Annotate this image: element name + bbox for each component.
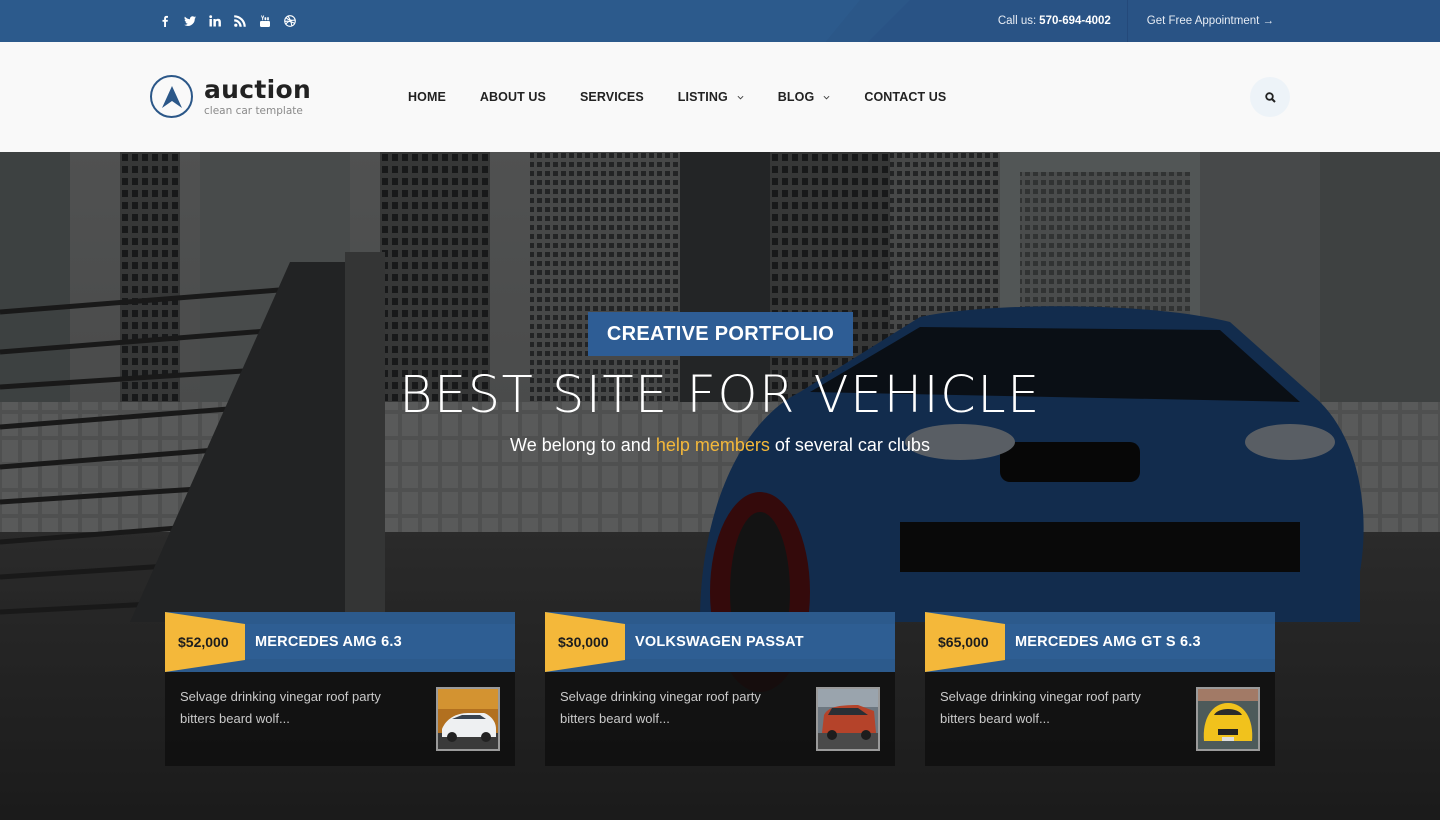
card-title[interactable]: MERCEDES AMG GT S 6.3 — [1015, 612, 1201, 672]
listing-card[interactable]: $65,000 MERCEDES AMG GT S 6.3 Selvage dr… — [925, 612, 1275, 766]
youtube-icon — [259, 15, 270, 27]
red-volkswagen-thumbnail — [818, 689, 878, 749]
listing-card[interactable]: $52,000 MERCEDES AMG 6.3 Selvage drinkin… — [165, 612, 515, 766]
hero-badge: CREATIVE PORTFOLIO — [588, 312, 853, 356]
phone-number[interactable]: 570-694-4002 — [1039, 15, 1111, 27]
car-thumbnail[interactable] — [436, 687, 500, 751]
card-title[interactable]: MERCEDES AMG 6.3 — [255, 612, 402, 672]
nav-label: SERVICES — [579, 90, 644, 104]
nav-services[interactable]: SERVICES — [580, 90, 644, 104]
price-tag: $30,000 — [545, 612, 625, 672]
nav-label: LISTING — [677, 90, 728, 104]
dribbble-link[interactable] — [277, 0, 302, 42]
car-thumbnail[interactable] — [1196, 687, 1260, 751]
listing-card[interactable]: $30,000 VOLKSWAGEN PASSAT Selvage drinki… — [545, 612, 895, 766]
linkedin-link[interactable] — [202, 0, 227, 42]
car-thumbnail[interactable] — [816, 687, 880, 751]
main-nav: HOME ABOUT US SERVICES LISTING BLOG CONT… — [408, 42, 980, 152]
card-description: Selvage drinking vinegar roof party bitt… — [940, 689, 1141, 726]
top-bar: Call us: 570-694-4002 Get Free Appointme… — [0, 0, 1440, 42]
yellow-mercedes-thumbnail — [1198, 689, 1258, 749]
white-mercedes-thumbnail — [438, 689, 498, 749]
contact-info: Call us: 570-694-4002 Get Free Appointme… — [998, 0, 1440, 42]
chevron-down-icon — [737, 95, 744, 99]
card-title[interactable]: VOLKSWAGEN PASSAT — [635, 612, 804, 672]
nav-label: ABOUT US — [479, 90, 546, 104]
dribbble-icon — [283, 15, 296, 27]
nav-listing[interactable]: LISTING — [678, 90, 744, 104]
logo-icon — [150, 75, 193, 118]
facebook-link[interactable] — [152, 0, 177, 42]
logo-tagline: clean car template — [204, 104, 303, 117]
subtitle-text: We belong to and — [510, 435, 656, 455]
nav-blog[interactable]: BLOG — [778, 90, 831, 104]
hero-section: CREATIVE PORTFOLIO BEST SITE FOR VEHICLE… — [0, 152, 1440, 820]
subtitle-highlight: help members — [655, 435, 770, 455]
search-icon — [1264, 91, 1276, 103]
nav-home[interactable]: HOME — [408, 90, 446, 104]
logo-name: auction — [204, 74, 312, 104]
nav-label: BLOG — [777, 90, 815, 104]
card-header: $52,000 MERCEDES AMG 6.3 — [165, 612, 515, 672]
site-header: auction clean car template HOME ABOUT US… — [0, 42, 1440, 152]
rss-icon — [233, 15, 246, 27]
linkedin-icon — [208, 15, 221, 27]
card-header: $30,000 VOLKSWAGEN PASSAT — [545, 612, 895, 672]
card-description: Selvage drinking vinegar roof party bitt… — [180, 689, 381, 726]
nav-about-us[interactable]: ABOUT US — [480, 90, 546, 104]
nav-contact-us[interactable]: CONTACT US — [864, 90, 946, 104]
youtube-link[interactable] — [252, 0, 277, 42]
call-us: Call us: 570-694-4002 — [998, 0, 1127, 42]
facebook-icon — [162, 15, 168, 27]
call-label: Call us: — [997, 15, 1037, 27]
price-tag: $65,000 — [925, 612, 1005, 672]
twitter-link[interactable] — [177, 0, 202, 42]
logo[interactable]: auction clean car template — [150, 75, 311, 118]
free-appointment-link[interactable]: Get Free Appointment → — [1126, 0, 1440, 42]
twitter-icon — [183, 16, 196, 26]
chevron-down-icon — [823, 95, 830, 99]
search-button[interactable] — [1250, 77, 1290, 117]
card-header: $65,000 MERCEDES AMG GT S 6.3 — [925, 612, 1275, 672]
nav-label: HOME — [408, 90, 446, 104]
hero-subtitle: We belong to and help members of several… — [0, 435, 1440, 456]
price-tag: $52,000 — [165, 612, 245, 672]
nav-label: CONTACT US — [864, 90, 947, 104]
rss-link[interactable] — [227, 0, 252, 42]
social-links — [152, 0, 302, 42]
hero-headline: BEST SITE FOR VEHICLE — [399, 366, 1041, 425]
card-description: Selvage drinking vinegar roof party bitt… — [560, 689, 761, 726]
subtitle-text: of several car clubs — [769, 435, 930, 455]
